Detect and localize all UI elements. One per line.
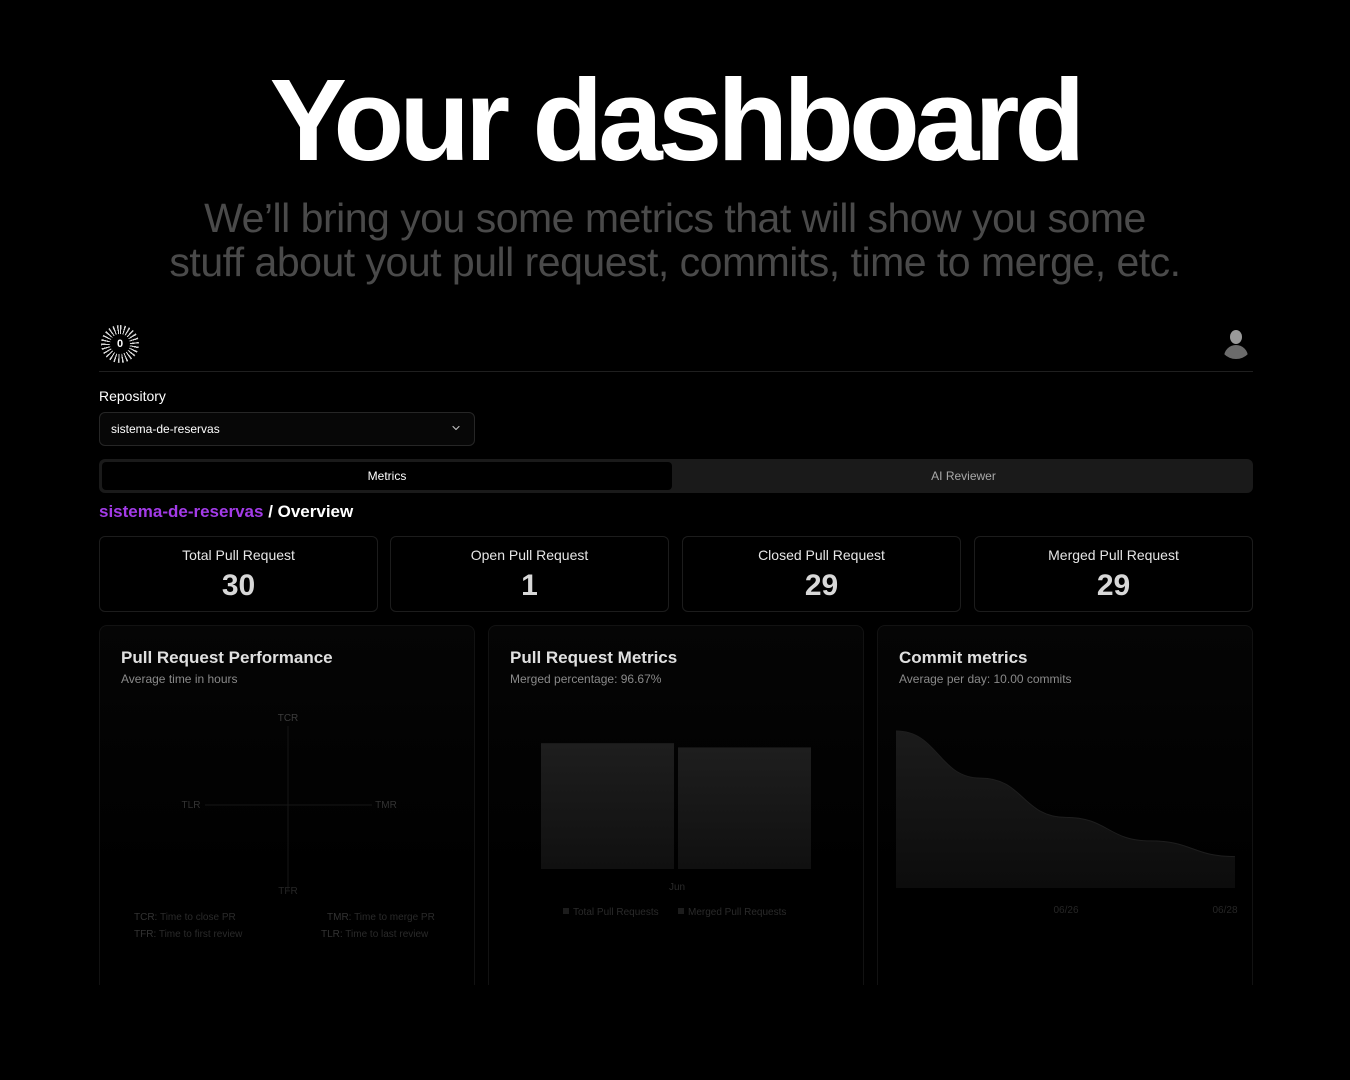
breadcrumb-repo-link[interactable]: sistema-de-reservas <box>99 502 263 521</box>
user-avatar[interactable] <box>1219 325 1253 359</box>
stat-label: Open Pull Request <box>470 547 589 563</box>
hero-subtitle-line-1: We’ll bring you some metrics that will s… <box>204 195 1146 241</box>
view-tabs: Metrics AI Reviewer <box>99 459 1253 493</box>
stat-card-closed-pr: Closed Pull Request 29 <box>682 536 961 612</box>
stat-label: Merged Pull Request <box>1048 547 1179 563</box>
stat-label: Total Pull Request <box>182 547 295 563</box>
legend-text: Time to close PR <box>159 912 236 923</box>
repository-select-value: sistema-de-reservas <box>111 422 220 436</box>
breadcrumb: sistema-de-reservas / Overview <box>99 502 353 522</box>
legend-label-total: Total Pull Requests <box>573 907 659 918</box>
tab-metrics[interactable]: Metrics <box>102 462 672 490</box>
stat-value: 30 <box>221 569 256 602</box>
card-pr-metrics: Pull Request Metrics Merged percentage: … <box>488 625 864 985</box>
stat-value: 29 <box>1096 569 1131 602</box>
legend-tfr: TFR: Time to first review <box>134 929 242 940</box>
legend-key: TFR: <box>134 929 157 940</box>
bar-total-pull-requests[interactable] <box>541 743 674 869</box>
radar-label-bottom: TFR <box>278 886 297 897</box>
avatar-body <box>1224 345 1248 359</box>
legend-tcr: TCR: Time to close PR <box>134 912 236 923</box>
card-pr-performance: Pull Request Performance Average time in… <box>99 625 475 985</box>
repository-label: Repository <box>99 388 166 404</box>
legend-key: TMR: <box>327 912 352 923</box>
stat-label: Closed Pull Request <box>758 547 885 563</box>
area-fill <box>896 731 1235 888</box>
legend-text: Time to merge PR <box>354 912 435 923</box>
tab-ai-reviewer[interactable]: AI Reviewer <box>677 462 1250 490</box>
stat-card-total-pr: Total Pull Request 30 <box>99 536 378 612</box>
legend-label-merged: Merged Pull Requests <box>688 907 786 918</box>
legend-tmr: TMR: Time to merge PR <box>327 912 435 923</box>
card-commit-metrics: Commit metrics Average per day: 10.00 co… <box>877 625 1253 985</box>
radar-label-top: TCR <box>278 713 299 724</box>
bar-chart: Jun Total Pull Requests Merged Pull Requ… <box>541 743 811 918</box>
radar-label-left: TLR <box>182 800 201 811</box>
logo-text: 0 <box>110 334 130 354</box>
stat-value: 29 <box>804 569 839 602</box>
legend-text: Time to first review <box>158 929 243 940</box>
radar-label-right: TMR <box>375 800 397 811</box>
breadcrumb-page: / Overview <box>268 502 354 521</box>
area-x-label-2: 06/28 <box>1212 905 1237 916</box>
bar-merged-pull-requests[interactable] <box>678 747 811 869</box>
legend-swatch-total <box>563 908 569 914</box>
hero-title: Your dashboard <box>269 55 1086 185</box>
stat-card-open-pr: Open Pull Request 1 <box>390 536 669 612</box>
radar-chart: TCR TLR TMR TFR <box>182 713 397 897</box>
hero-subtitle-line-2: stuff about yout pull request, commits, … <box>169 239 1181 285</box>
legend-key: TLR: <box>321 929 343 940</box>
avatar-head <box>1230 330 1242 344</box>
area-x-label-1: 06/26 <box>1053 905 1078 916</box>
header-divider <box>99 371 1253 372</box>
legend-swatch-merged <box>678 908 684 914</box>
stat-value: 1 <box>521 569 538 602</box>
chevron-down-icon <box>452 425 460 431</box>
hero-subtitle: We’ll bring you some metrics that will s… <box>0 196 1350 284</box>
legend-text: Time to last review <box>345 929 429 940</box>
logo-icon[interactable]: 0 <box>101 325 139 363</box>
bar-x-label: Jun <box>669 882 685 893</box>
repository-select[interactable]: sistema-de-reservas <box>99 412 475 446</box>
legend-key: TCR: <box>134 912 158 923</box>
area-chart: 06/26 06/28 <box>895 730 1238 916</box>
page: Your dashboard We’ll bring you some metr… <box>0 0 1350 1080</box>
stat-card-merged-pr: Merged Pull Request 29 <box>974 536 1253 612</box>
legend-tlr: TLR: Time to last review <box>321 929 428 940</box>
